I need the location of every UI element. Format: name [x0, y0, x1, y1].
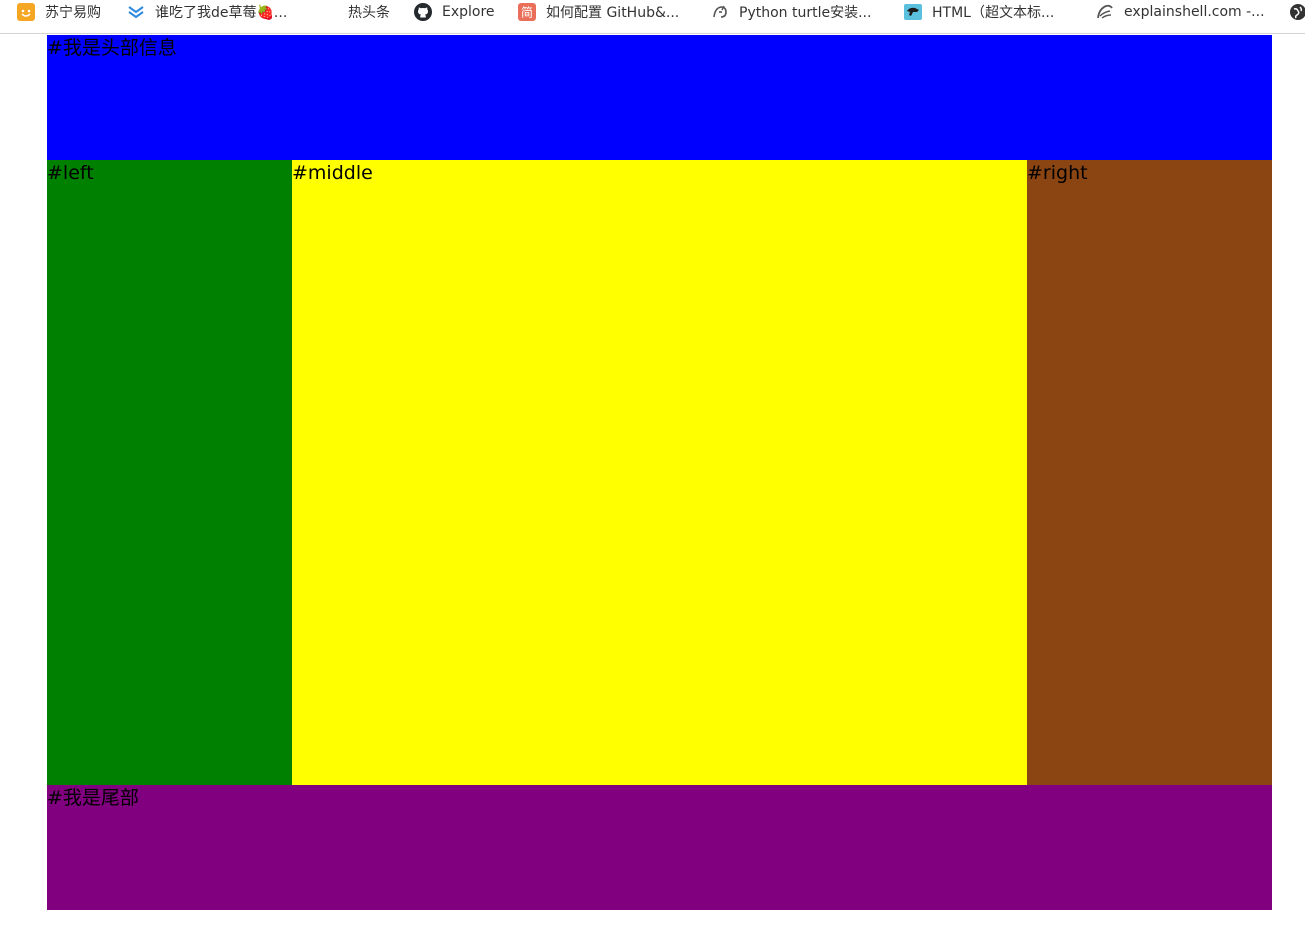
bookmark-overflow[interactable]: [1289, 0, 1305, 24]
left-column: #left: [47, 160, 292, 785]
bookmark-label: 苏宁易购: [45, 5, 101, 21]
bookmark-suning[interactable]: 苏宁易购: [17, 0, 101, 24]
chevron-stack-icon: [127, 3, 145, 21]
footer-region: #我是尾部: [47, 785, 1272, 910]
bookmark-label: 热头条: [348, 5, 390, 21]
bookmark-hot-headlines[interactable]: 热头条: [320, 0, 390, 24]
page-layout: #我是头部信息 #left #middle #right #我是尾部: [47, 35, 1272, 910]
middle-column: #middle: [292, 160, 1027, 785]
bookmark-label: Python turtle安装...: [739, 5, 872, 21]
middle-label: #middle: [292, 162, 373, 184]
header-region: #我是头部信息: [47, 35, 1272, 160]
bookmark-label: 谁吃了我de草莓🍓...: [155, 5, 288, 21]
bookmark-github-config[interactable]: 简 如何配置 GitHub&...: [518, 0, 679, 24]
shell-icon: [1096, 3, 1114, 21]
bookmark-strawberry[interactable]: 谁吃了我de草莓🍓...: [127, 0, 287, 24]
right-column: #right: [1027, 160, 1272, 785]
bookmark-explore[interactable]: Explore: [414, 0, 495, 24]
bookmark-python-turtle[interactable]: Python turtle安装...: [711, 0, 871, 24]
header-label: #我是头部信息: [47, 37, 177, 59]
bookmark-label: 如何配置 GitHub&...: [546, 5, 680, 21]
left-label: #left: [47, 162, 94, 184]
github-icon: [414, 3, 432, 21]
right-label: #right: [1027, 162, 1088, 184]
bookmark-explainshell[interactable]: explainshell.com -...: [1096, 0, 1265, 24]
bookmark-label: Explore: [442, 4, 495, 20]
bookmark-html[interactable]: HTML（超文本标...: [904, 0, 1054, 24]
bookmark-label: HTML（超文本标...: [932, 5, 1055, 21]
blank-icon: [320, 3, 338, 21]
bookmarks-bar: 苏宁易购 谁吃了我de草莓🍓... 热头条 Explore 简 如何配置 Git…: [0, 0, 1305, 34]
svg-text:简: 简: [521, 6, 533, 20]
puma-icon: [904, 3, 922, 21]
suning-icon: [17, 3, 35, 21]
turtle-icon: [711, 3, 729, 21]
globe-icon: [1289, 3, 1305, 21]
bookmark-label: explainshell.com -...: [1124, 4, 1265, 20]
footer-label: #我是尾部: [47, 787, 139, 809]
jianshu-icon: 简: [518, 3, 536, 21]
